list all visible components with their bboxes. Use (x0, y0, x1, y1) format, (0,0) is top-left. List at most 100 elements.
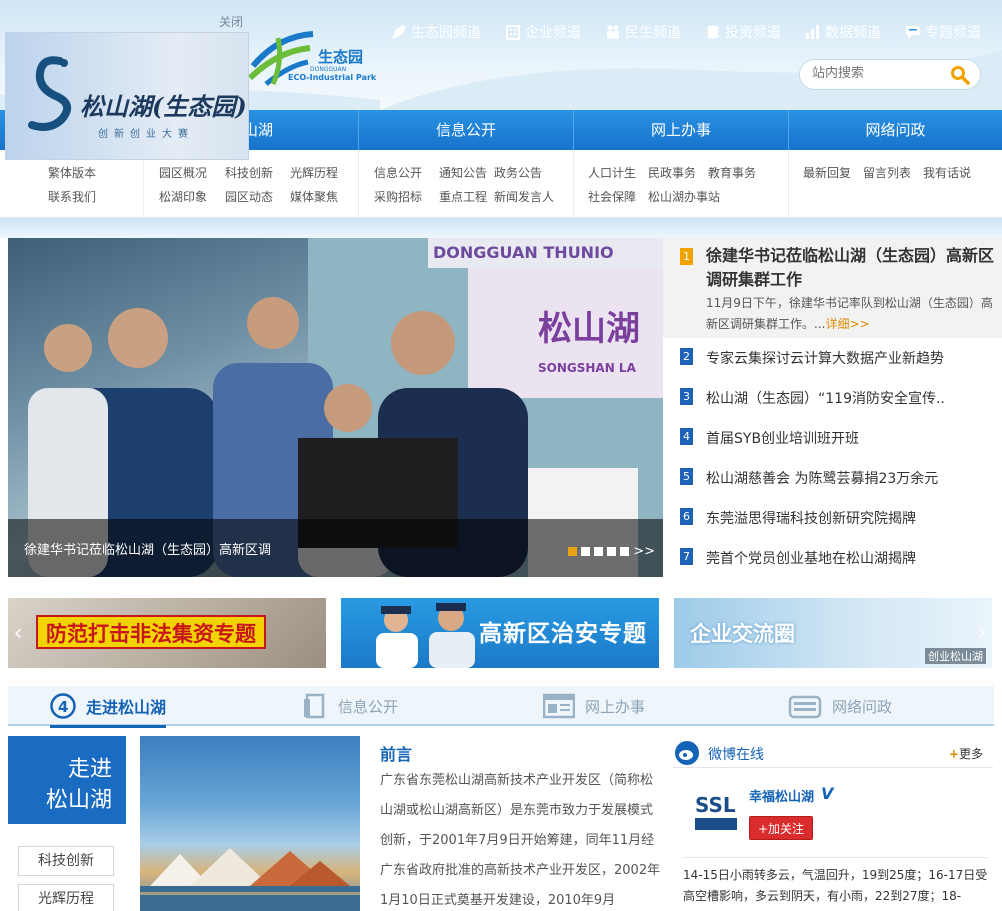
intro-title-box: 走进 松山湖 (8, 736, 126, 824)
slide-dots: >> (564, 544, 655, 559)
circle-a-icon: 4 (50, 692, 76, 719)
slideshow[interactable]: DONGGUAN THUNIO 松山湖 SONGSHAN LA 徐建华书记莅临松… (8, 238, 663, 577)
ad-next-icon[interactable]: › (972, 620, 992, 648)
news-title[interactable]: 松山湖慈善会 为陈鹭芸募捐23万余元 (706, 468, 938, 488)
news-title[interactable]: 专家云集探讨云计算大数据产业新趋势 (706, 348, 944, 368)
coins-icon (704, 24, 721, 41)
ad-banner-enterprise-circle[interactable]: 企业交流圈 创业松山湖 (674, 598, 992, 668)
slide-next-icon[interactable]: >> (633, 544, 655, 559)
channel-enterprise[interactable]: 企业频道 (504, 22, 581, 42)
channel-livelihood[interactable]: 民生频道 (604, 22, 681, 42)
follow-button[interactable]: +加关注 (749, 816, 814, 840)
preface-title[interactable]: 前言 (380, 741, 412, 765)
weibo-account-name[interactable]: 幸福松山湖 (749, 786, 814, 805)
channel-label: 民生频道 (625, 25, 681, 41)
bar-chart-icon (804, 24, 821, 41)
channel-data[interactable]: 数据频道 (804, 22, 881, 42)
news-rank-badge: 6 (680, 508, 693, 525)
intro-photo[interactable] (140, 736, 360, 911)
weibo-title: 微博在线 (708, 747, 764, 763)
subnav-link[interactable]: 媒体聚焦 (290, 188, 338, 205)
news-item: 2 专家云集探讨云计算大数据产业新趋势 (680, 348, 996, 388)
park-logo[interactable]: 生态园 DONGGUAN ECO-Industrial Park (248, 26, 378, 86)
close-ad-button[interactable]: 关闭 (219, 13, 243, 30)
news-title[interactable]: 首届SYB创业培训班开班 (706, 428, 859, 448)
ad-prev-icon[interactable]: ‹ (8, 620, 28, 648)
section-tab-label: 信息公开 (338, 697, 399, 716)
weibo-post-text: 14-15日小雨转多云，气温回升，19到25度；16-17日受高空槽影响，多云到… (683, 857, 988, 911)
subnav-link[interactable]: 留言列表 (863, 164, 911, 181)
building-icon (504, 24, 521, 41)
subnav-link[interactable]: 通知公告 (439, 164, 487, 181)
link-contact[interactable]: 联系我们 (48, 188, 96, 205)
swan-logo-icon (28, 56, 72, 131)
subnav-link[interactable]: 新闻发言人 (494, 188, 554, 205)
subnav-link[interactable]: 采购招标 (374, 188, 422, 205)
window-icon (543, 693, 575, 719)
section-tab-services[interactable]: 网上办事 (543, 686, 645, 726)
news-item: 6 东莞溢思得瑞科技创新研究院揭牌 (680, 508, 996, 548)
channel-label: 生态园频道 (411, 25, 481, 41)
slide-sign-mid: 松山湖 (538, 309, 640, 349)
link-traditional[interactable]: 繁体版本 (48, 164, 96, 181)
channel-eco[interactable]: 生态园频道 (390, 22, 481, 42)
weibo-more-link[interactable]: +更多 (949, 745, 983, 762)
subnav-link[interactable]: 园区动态 (225, 188, 273, 205)
news-more-link[interactable]: 详细>> (825, 317, 869, 331)
subnav-link[interactable]: 最新回复 (803, 164, 851, 181)
ad-banner-label: 防范打击非法集资专题 (36, 615, 266, 649)
svg-text:4: 4 (58, 698, 68, 716)
ad-logo-text: 松山湖(生态园) (80, 92, 247, 121)
section-tab-intro[interactable]: 4 走进松山湖 (50, 686, 167, 728)
building-photo-icon (140, 848, 360, 911)
subnav-link[interactable]: 重点工程 (439, 188, 487, 205)
slide-dot[interactable] (581, 547, 591, 556)
news-title[interactable]: 莞首个党员创业基地在松山湖揭牌 (706, 548, 916, 568)
search-icon[interactable] (950, 65, 970, 85)
news-title[interactable]: 东莞溢思得瑞科技创新研究院揭牌 (706, 508, 916, 528)
subnav-link[interactable]: 我有话说 (923, 164, 971, 181)
channel-topics[interactable]: 专题频道 (904, 22, 981, 42)
intro-box-line1: 走进 (67, 757, 112, 782)
subnav-link[interactable]: 政务公告 (494, 164, 542, 181)
side-link-history[interactable]: 光辉历程 (18, 884, 114, 911)
nav-tab-info[interactable]: 信息公开 (358, 110, 573, 150)
slide-dot[interactable] (568, 547, 578, 556)
channel-investment[interactable]: 投资频道 (704, 22, 781, 42)
nav-tab-online-politics[interactable]: 网络问政 (788, 110, 1002, 150)
subnav-link[interactable]: 社会保障 (588, 188, 636, 205)
weibo-panel: 微博在线 +更多 SSL 幸福松山湖 V +加关注 14-15日小雨转多云，气温… (673, 736, 993, 911)
subnav-link[interactable]: 科技创新 (225, 164, 273, 181)
sub-nav: 繁体版本 联系我们 园区概况 科技创新 光辉历程 松湖印象 园区动态 媒体聚焦 … (0, 150, 1002, 218)
side-link-tech[interactable]: 科技创新 (18, 846, 114, 876)
subnav-link[interactable]: 人口计生 (588, 164, 636, 181)
news-headline-title[interactable]: 徐建华书记莅临松山湖（生态园）高新区调研集群工作 (706, 244, 996, 292)
floating-ad-logo[interactable]: 松山湖(生态园) 创新创业大赛 (5, 32, 249, 160)
subnav-col-info: 信息公开 通知公告 政务公告 采购招标 重点工程 新闻发言人 (358, 150, 573, 218)
weibo-icon (675, 741, 699, 765)
avatar[interactable]: SSL (691, 786, 741, 838)
news-rank-badge: 4 (680, 428, 693, 445)
news-title[interactable]: 松山湖（生态园）“119消防安全宣传.. (706, 388, 945, 408)
ad-banner-security[interactable]: 高新区治安专题 (341, 598, 659, 668)
nav-tab-online-services[interactable]: 网上办事 (573, 110, 788, 150)
slide-dot[interactable] (620, 547, 630, 556)
subnav-link[interactable]: 光辉历程 (290, 164, 338, 181)
slide-dot[interactable] (607, 547, 617, 556)
section-tabs: 4 走进松山湖 信息公开 网上办事 网络问政 (8, 686, 994, 728)
section-tab-politics[interactable]: 网络问政 (788, 686, 892, 726)
subnav-link[interactable]: 民政事务 (648, 164, 696, 181)
subnav-link[interactable]: 松山湖办事站 (648, 188, 720, 205)
slide-dot[interactable] (594, 547, 604, 556)
channel-label: 企业频道 (525, 25, 581, 41)
search-input[interactable] (812, 66, 940, 81)
subnav-link[interactable]: 教育事务 (708, 164, 756, 181)
ad-banner-illegal-funding[interactable]: 防范打击非法集资专题 (8, 598, 326, 668)
park-logo-en1: DONGGUAN (310, 66, 347, 73)
slide-caption[interactable]: 徐建华书记莅临松山湖（生态园）高新区调 (24, 539, 271, 558)
subnav-link[interactable]: 信息公开 (374, 164, 422, 181)
subnav-link[interactable]: 松湖印象 (159, 188, 207, 205)
section-tab-info[interactable]: 信息公开 (302, 686, 398, 726)
section-tab-label: 网络问政 (832, 697, 893, 716)
subnav-link[interactable]: 园区概况 (159, 164, 207, 181)
